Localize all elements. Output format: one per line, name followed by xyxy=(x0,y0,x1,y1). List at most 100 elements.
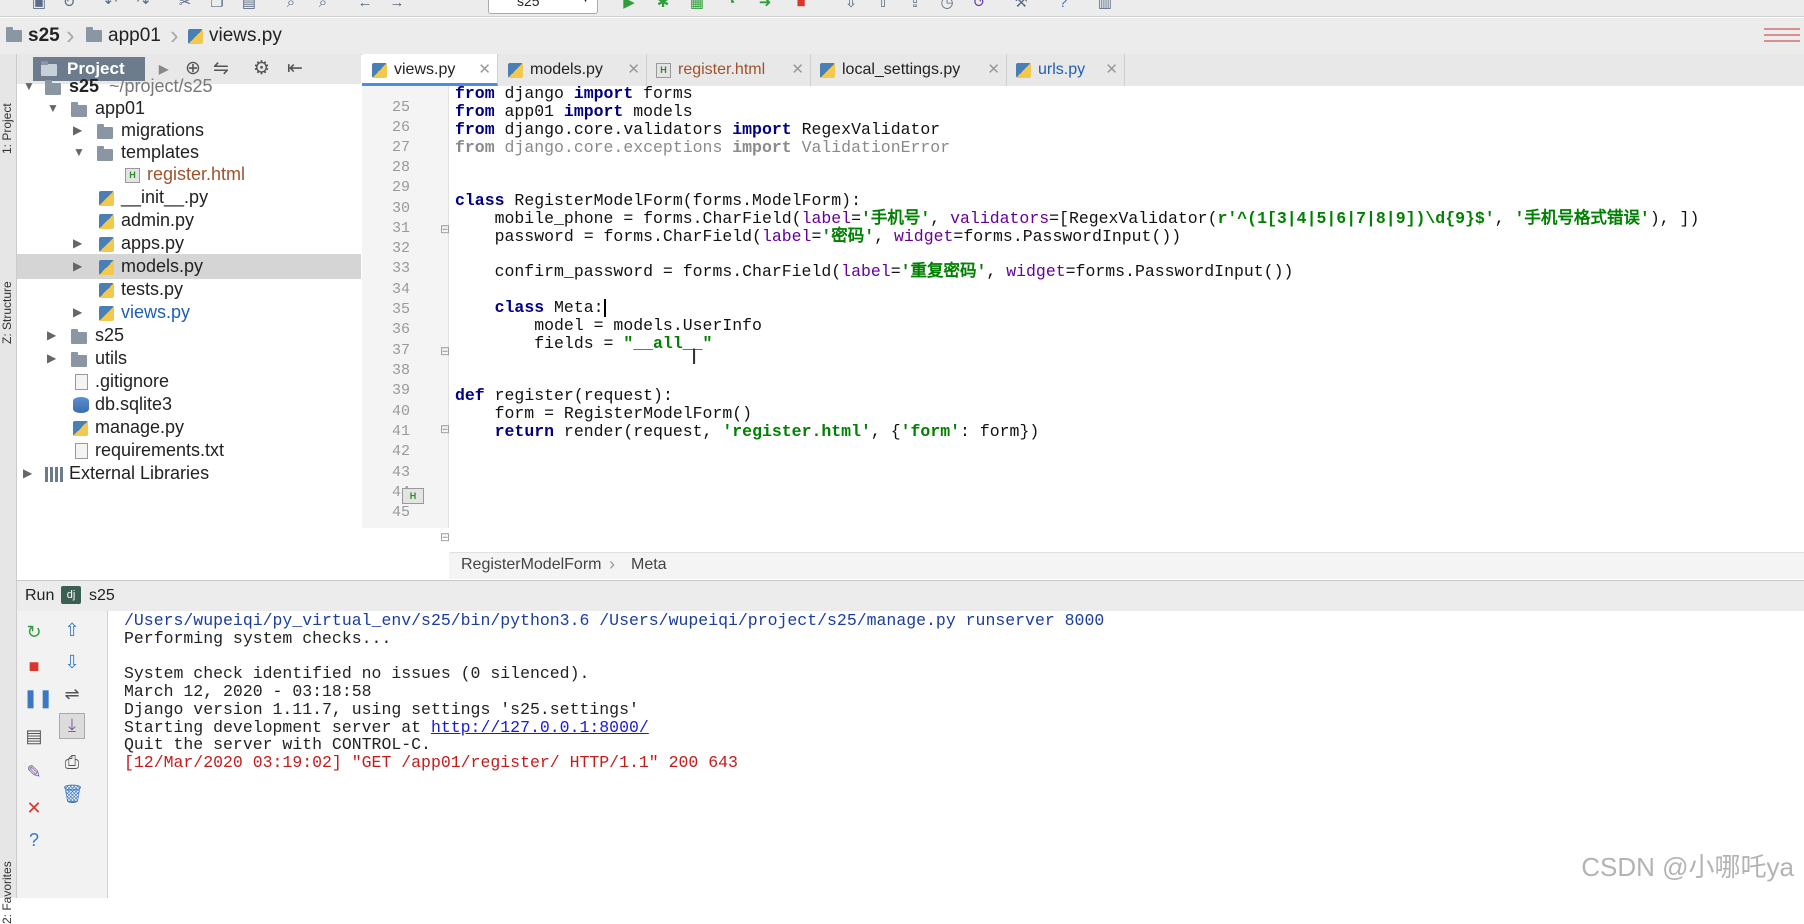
line-number: 35 xyxy=(391,301,410,318)
run-configuration-select[interactable]: s25 ▼ xyxy=(488,0,598,14)
sdk-icon[interactable]: ▥ xyxy=(1096,0,1114,12)
tool-window-favorites-tab[interactable]: 2: Favorites xyxy=(0,824,16,924)
profile-icon[interactable]: ◔ xyxy=(722,0,740,12)
code-line-38: model = models.UserInfo xyxy=(455,316,762,335)
line-number: 25 xyxy=(391,99,410,116)
tree-item-views-py[interactable]: ▶ views.py xyxy=(17,300,361,325)
chevron-right-icon[interactable]: ▶ xyxy=(23,461,32,486)
breadcrumb-item-views[interactable]: views.py xyxy=(188,25,282,47)
run-config-label: s25 xyxy=(517,0,540,9)
vcs-history-icon[interactable]: ◷ xyxy=(938,0,956,12)
close-icon[interactable]: ✕ xyxy=(987,54,1000,86)
code-editor[interactable]: from django import forms from app01 impo… xyxy=(449,84,1804,528)
close-icon[interactable]: ✕ xyxy=(1105,54,1118,86)
copy-icon[interactable]: ❐ xyxy=(208,0,226,12)
database-icon xyxy=(73,397,89,413)
print-icon[interactable]: ⎙ xyxy=(61,751,83,773)
tree-item-tests-py[interactable]: tests.py xyxy=(17,277,361,302)
vcs-push-icon[interactable]: ⇪ xyxy=(906,0,924,12)
run-console[interactable]: /Users/wupeiqi/py_virtual_env/s25/bin/py… xyxy=(108,611,1804,898)
paste-icon[interactable]: ▤ xyxy=(240,0,258,12)
structure-crumb-class[interactable]: RegisterModelForm xyxy=(461,556,601,574)
chevron-right-icon[interactable]: ▶ xyxy=(73,254,82,279)
chevron-right-icon[interactable]: ▶ xyxy=(73,231,82,256)
back-icon[interactable]: ← xyxy=(356,0,374,12)
settings-icon[interactable]: ⚒ xyxy=(1012,0,1030,12)
tab-urls-py[interactable]: urls.py ✕ xyxy=(1006,54,1125,86)
save-icon[interactable]: ▣ xyxy=(30,0,48,12)
folder-icon xyxy=(71,102,87,117)
tree-item-requirements[interactable]: requirements.txt xyxy=(17,438,361,463)
tab-views-py[interactable]: views.py ✕ xyxy=(362,54,498,86)
tool-window-project-tab[interactable]: 1: Project xyxy=(0,64,16,154)
coverage-icon[interactable]: ▦ xyxy=(688,0,706,12)
chevron-right-icon[interactable]: ▶ xyxy=(73,300,82,325)
cut-icon[interactable]: ✂ xyxy=(176,0,194,12)
tree-item-init-py[interactable]: __init__.py xyxy=(17,185,361,210)
python-file-icon xyxy=(73,421,88,436)
close-icon[interactable]: ✕ xyxy=(791,54,804,86)
line-number: 30 xyxy=(391,200,410,217)
tree-item-label: manage.py xyxy=(95,417,185,437)
pause-icon[interactable]: ❚❚ xyxy=(23,687,53,709)
code-line-39: fields = "__all__" xyxy=(455,334,713,353)
run-icon[interactable]: ▶ xyxy=(620,0,638,12)
tree-item-register-html[interactable]: H register.html xyxy=(17,162,361,187)
close-icon[interactable]: ✕ xyxy=(23,797,45,819)
tree-item-s25[interactable]: ▶ s25 xyxy=(17,323,361,348)
structure-crumb-meta[interactable]: Meta xyxy=(631,556,667,574)
tree-item-admin-py[interactable]: admin.py xyxy=(17,208,361,233)
soft-wrap-icon[interactable]: ⇌ xyxy=(61,683,83,705)
tree-item-external-libraries[interactable]: ▶ External Libraries xyxy=(17,461,361,486)
stop-icon[interactable]: ■ xyxy=(23,655,45,677)
tree-item-utils[interactable]: ▶ utils xyxy=(17,346,361,371)
tree-item-label: db.sqlite3 xyxy=(95,394,173,414)
breadcrumb-item-s25[interactable]: s25 xyxy=(6,25,60,47)
find-icon[interactable]: ⌕ xyxy=(282,0,300,12)
html-template-marker-icon[interactable]: H xyxy=(402,488,424,504)
breadcrumb-separator: › xyxy=(66,20,75,50)
tab-local-settings-py[interactable]: local_settings.py ✕ xyxy=(810,54,1007,86)
tree-item-models-py[interactable]: ▶ models.py xyxy=(17,254,361,279)
concurrency-icon[interactable]: ➜ xyxy=(756,0,774,12)
forward-icon[interactable]: → xyxy=(388,0,406,12)
server-url-link[interactable]: http://127.0.0.1:8000/ xyxy=(431,718,649,737)
tab-models-py[interactable]: models.py ✕ xyxy=(498,54,647,86)
scroll-to-end-icon[interactable]: ⤓ xyxy=(59,713,85,739)
line-number: 31 xyxy=(391,220,410,237)
chevron-right-icon[interactable]: ▶ xyxy=(47,346,56,371)
replace-icon[interactable]: ⌕ xyxy=(314,0,332,12)
stop-icon[interactable]: ■ xyxy=(792,0,810,12)
breadcrumb-item-app01[interactable]: app01 xyxy=(86,25,161,47)
arrow-up-icon[interactable]: ⇧ xyxy=(61,619,83,641)
tree-item-apps-py[interactable]: ▶ apps.py xyxy=(17,231,361,256)
help-icon[interactable]: ? xyxy=(23,829,45,851)
vcs-commit-icon[interactable]: ⇧ xyxy=(874,0,892,12)
run-config-name[interactable]: s25 xyxy=(89,587,115,605)
redo-icon[interactable]: ↷ xyxy=(134,0,152,12)
tool-window-structure-tab[interactable]: Z: Structure xyxy=(0,234,16,344)
pin-icon[interactable]: ✎ xyxy=(23,761,45,783)
sync-icon[interactable]: ↻ xyxy=(60,0,78,12)
layout-icon[interactable]: ▤ xyxy=(23,725,45,747)
debug-icon[interactable]: ✱ xyxy=(654,0,672,12)
breadcrumb-label: s25 xyxy=(28,25,60,46)
rerun-icon[interactable]: ↻ xyxy=(23,621,45,643)
fold-icon[interactable]: ⊟ xyxy=(440,530,450,544)
tree-item-manage-py[interactable]: manage.py xyxy=(17,415,361,440)
help-icon[interactable]: ? xyxy=(1054,0,1072,12)
arrow-down-icon[interactable]: ⇩ xyxy=(61,651,83,673)
line-number: 38 xyxy=(391,362,410,379)
undo-icon[interactable]: ↶ xyxy=(102,0,120,12)
chevron-right-icon[interactable]: ▶ xyxy=(47,323,56,348)
tab-label: urls.py xyxy=(1038,61,1086,78)
hamburger-icon[interactable] xyxy=(1764,28,1800,44)
tree-item-db-sqlite3[interactable]: db.sqlite3 xyxy=(17,392,361,417)
close-icon[interactable]: ✕ xyxy=(478,54,491,86)
vcs-revert-icon[interactable]: ↺ xyxy=(970,0,988,12)
vcs-update-icon[interactable]: ⇩ xyxy=(842,0,860,12)
tab-register-html[interactable]: H register.html ✕ xyxy=(646,54,811,86)
trash-icon[interactable]: 🗑 xyxy=(61,783,84,805)
tree-item-gitignore[interactable]: .gitignore xyxy=(17,369,361,394)
close-icon[interactable]: ✕ xyxy=(627,54,640,86)
